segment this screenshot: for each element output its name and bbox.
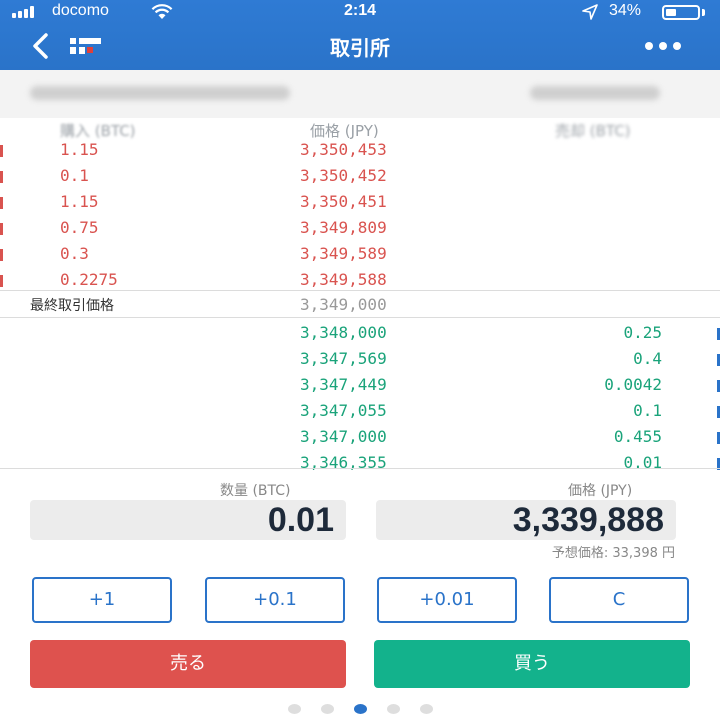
amount-label: 数量 (BTC) xyxy=(220,483,291,499)
ask-price: 3,349,809 xyxy=(300,218,387,237)
add-0-1-button[interactable]: +0.1 xyxy=(205,577,345,623)
ask-marker xyxy=(0,145,3,157)
battery-tip xyxy=(702,9,705,16)
ask-row[interactable]: 0.3 3,349,589 xyxy=(0,242,720,268)
ask-price: 3,350,453 xyxy=(300,140,387,159)
ask-quantity: 0.1 xyxy=(60,166,89,185)
bid-price: 3,348,000 xyxy=(300,323,387,342)
price-input[interactable]: 3,339,888 xyxy=(376,500,676,540)
bid-row[interactable]: 3,348,000 0.25 xyxy=(0,321,720,347)
battery-icon xyxy=(662,5,700,20)
bid-row[interactable]: 3,347,449 0.0042 xyxy=(0,373,720,399)
blurred-market-info xyxy=(530,86,660,100)
page-dot[interactable] xyxy=(419,704,433,714)
market-selector-bar[interactable] xyxy=(0,70,720,118)
order-book-header: 購入 (BTC) 価格 (JPY) 売却 (BTC) xyxy=(0,118,720,140)
status-bar: docomo 2:14 34% xyxy=(0,0,720,24)
bid-quantity: 0.455 xyxy=(613,427,662,446)
last-trade-label: 最終取引価格 xyxy=(30,298,114,314)
page-dot[interactable] xyxy=(287,704,301,714)
bid-row[interactable]: 3,346,355 0.01 xyxy=(0,451,720,477)
ask-row[interactable]: 1.15 3,350,451 xyxy=(0,190,720,216)
ask-quantity: 1.15 xyxy=(60,192,99,211)
page-dot[interactable] xyxy=(386,704,400,714)
battery-percentage: 34% xyxy=(609,2,642,19)
ask-marker xyxy=(0,275,3,287)
clear-button[interactable]: C xyxy=(549,577,689,623)
price-label: 価格 (JPY) xyxy=(568,483,633,499)
ask-row[interactable]: 0.1 3,350,452 xyxy=(0,164,720,190)
amount-input[interactable]: 0.01 xyxy=(30,500,346,540)
sell-button[interactable]: 売る xyxy=(30,640,346,688)
bid-quantity: 0.4 xyxy=(633,349,662,368)
add-1-button[interactable]: +1 xyxy=(32,577,172,623)
page-dot[interactable] xyxy=(320,704,334,714)
ask-price: 3,349,589 xyxy=(300,244,387,263)
bid-price: 3,347,449 xyxy=(300,375,387,394)
expected-price: 予想価格: 33,398 円 xyxy=(551,546,675,561)
ask-quantity: 1.15 xyxy=(60,140,99,159)
last-trade-price: 3,349,000 xyxy=(300,295,387,314)
location-icon xyxy=(582,4,598,20)
bid-price: 3,347,000 xyxy=(300,427,387,446)
bid-price: 3,346,355 xyxy=(300,453,387,472)
ask-price: 3,349,588 xyxy=(300,270,387,289)
ask-quantity: 0.3 xyxy=(60,244,89,263)
ask-price: 3,350,452 xyxy=(300,166,387,185)
navigation-bar: 取引所 xyxy=(0,26,720,66)
ask-marker xyxy=(0,249,3,261)
bid-row[interactable]: 3,347,000 0.455 xyxy=(0,425,720,451)
page-title: 取引所 xyxy=(330,36,390,60)
buy-button[interactable]: 買う xyxy=(374,640,690,688)
page-dot[interactable] xyxy=(353,704,367,714)
last-trade-row: 最終取引価格 3,349,000 xyxy=(0,290,720,318)
ask-row[interactable]: 1.15 3,350,453 xyxy=(0,138,720,164)
ask-quantity: 0.75 xyxy=(60,218,99,237)
bid-quantity: 0.01 xyxy=(623,453,662,472)
ask-marker xyxy=(0,197,3,209)
bid-row[interactable]: 3,347,569 0.4 xyxy=(0,347,720,373)
ask-quantity: 0.2275 xyxy=(60,270,118,289)
bid-row[interactable]: 3,347,055 0.1 xyxy=(0,399,720,425)
blurred-market-label xyxy=(30,86,290,100)
bid-quantity: 0.1 xyxy=(633,401,662,420)
bid-quantity: 0.0042 xyxy=(604,375,662,394)
ask-row[interactable]: 0.75 3,349,809 xyxy=(0,216,720,242)
bid-price: 3,347,569 xyxy=(300,349,387,368)
section-divider xyxy=(0,468,720,469)
bid-quantity: 0.25 xyxy=(623,323,662,342)
bid-price: 3,347,055 xyxy=(300,401,387,420)
ask-marker xyxy=(0,223,3,235)
page-indicator[interactable] xyxy=(0,704,720,714)
top-bar: docomo 2:14 34% 取引所 xyxy=(0,0,720,70)
ask-price: 3,350,451 xyxy=(300,192,387,211)
more-icon[interactable] xyxy=(645,42,681,50)
ask-marker xyxy=(0,171,3,183)
add-0-01-button[interactable]: +0.01 xyxy=(377,577,517,623)
